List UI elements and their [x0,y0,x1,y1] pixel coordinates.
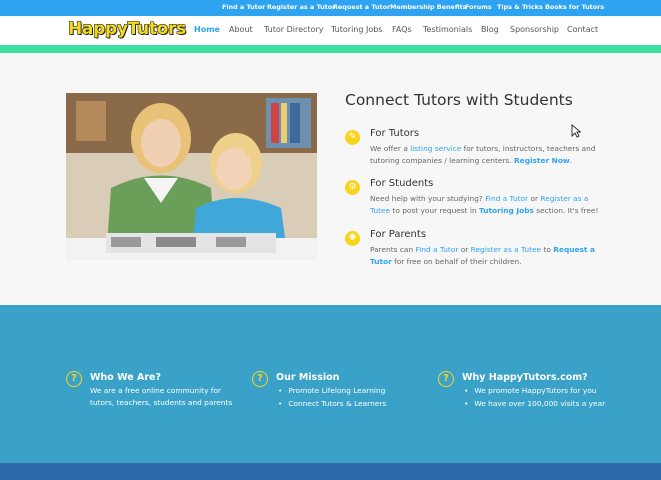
nav-home[interactable]: Home [194,25,220,34]
feature-students-title: For Students [370,178,434,189]
list-item: We promote HappyTutors for you [462,385,605,398]
why-list: We promote HappyTutors for you We have o… [462,385,605,410]
feature-students-text: Need help with your studying? Find a Tut… [370,194,599,215]
teacher-student-photo [66,93,317,260]
top-link-register-tutor[interactable]: Register as a Tutor [267,3,335,11]
list-item: Connect Tutors & Learners [276,398,386,411]
nav-tutoring-jobs[interactable]: Tutoring Jobs [331,25,382,34]
main-header: HappyTutors Home About Tutor Directory T… [0,16,661,45]
listing-service-link[interactable]: listing service [410,144,461,153]
question-icon: ? [66,371,82,387]
hero-section: Connect Tutors with Students ✎ For Tutor… [0,53,661,305]
top-link-request-tutor[interactable]: Request a Tutor [333,3,390,11]
nav-faqs[interactable]: FAQs [392,25,412,34]
question-icon: ? [252,371,268,387]
nav-sponsorship[interactable]: Sponsorship [510,25,559,34]
top-link-find-tutor[interactable]: Find a Tutor [222,3,265,11]
hero-title: Connect Tutors with Students [345,91,573,109]
footer-col-who-title: Who We Are? [90,372,161,383]
nav-blog[interactable]: Blog [481,25,499,34]
mission-list: Promote Lifelong Learning Connect Tutors… [276,385,386,410]
feature-tutors-title: For Tutors [370,128,420,139]
nav-testimonials[interactable]: Testimonials [423,25,472,34]
accent-divider [0,45,661,53]
top-link-forums[interactable]: Forums [465,3,492,11]
list-item: We have over 100,000 visits a year [462,398,605,411]
graduation-icon: ✎ [345,130,360,145]
footer-section: ? Who We Are? We are a free online commu… [0,305,661,463]
top-link-membership[interactable]: Membership Benefits [390,3,466,11]
mouse-cursor-icon [571,124,581,138]
top-link-tips[interactable]: Tips & Tricks [497,3,543,11]
site-logo[interactable]: HappyTutors [68,19,186,39]
register-now-link[interactable]: Register Now [514,156,570,165]
top-link-books[interactable]: Books for Tutors [545,3,604,11]
tutoring-jobs-link[interactable]: Tutoring Jobs [479,206,534,215]
nav-contact[interactable]: Contact [567,25,598,34]
footer-col-mission-title: Our Mission [276,372,340,383]
feature-tutors-text: We offer a listing service for tutors, i… [370,144,596,165]
lifebuoy-icon: ✺ [345,231,360,246]
feature-parents-title: For Parents [370,229,427,240]
nav-about[interactable]: About [229,25,253,34]
find-tutor-link[interactable]: Find a Tutor [485,194,528,203]
footer-col-why-title: Why HappyTutors.com? [462,372,588,383]
footer-col-who-text: We are a free online community for tutor… [90,386,233,407]
parents-find-tutor-link[interactable]: Find a Tutor [415,245,458,254]
feature-parents-text: Parents can Find a Tutor or Register as … [370,245,595,266]
question-icon: ? [438,371,454,387]
gear-icon: ⚙ [345,180,360,195]
top-bar: Find a Tutor Register as a Tutor Request… [0,0,661,16]
bottom-bar [0,463,661,480]
nav-tutor-directory[interactable]: Tutor Directory [264,25,323,34]
list-item: Promote Lifelong Learning [276,385,386,398]
parents-register-tutee-link[interactable]: Register as a Tutee [471,245,541,254]
